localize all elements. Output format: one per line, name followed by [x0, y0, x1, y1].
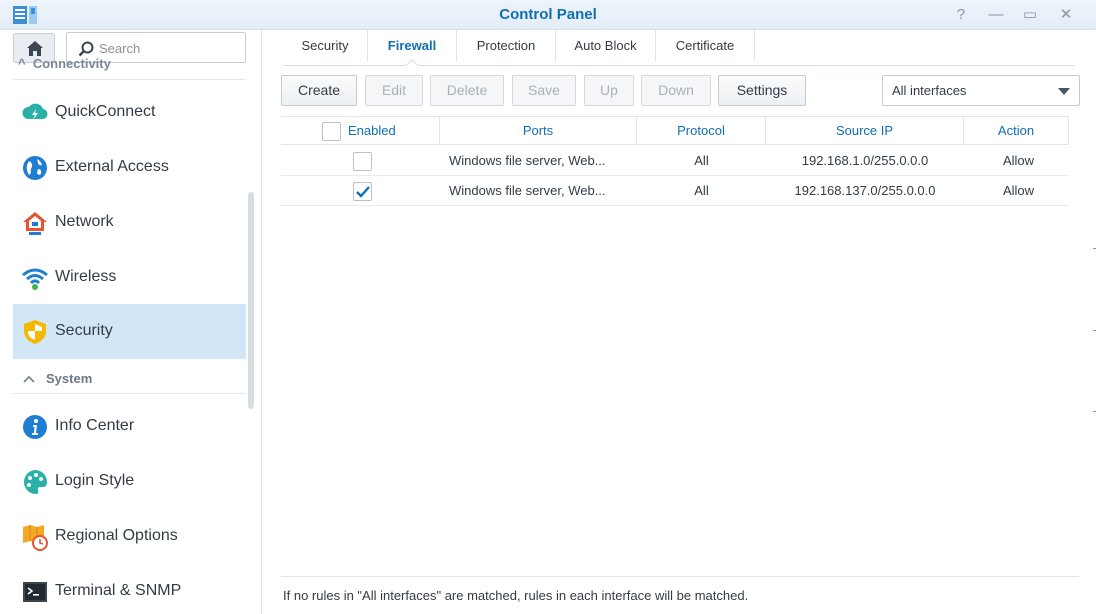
sidebar-item-label: Wireless [55, 268, 117, 285]
select-all-checkbox[interactable] [322, 122, 341, 141]
globe-icon [23, 156, 47, 180]
dropdown-arrow-icon [1058, 88, 1070, 95]
info-icon [23, 415, 47, 439]
footer-note: If no rules in "All interfaces" are matc… [283, 588, 749, 603]
settings-button[interactable]: Settings [718, 75, 806, 106]
cell-protocol: All [694, 183, 709, 198]
cell-action: Allow [1002, 153, 1035, 168]
footer-divider [281, 576, 1079, 577]
column-source-ip[interactable]: Source IP [766, 117, 964, 145]
table-row[interactable]: Windows file server, Web... All 192.168.… [281, 146, 1069, 176]
tab-bar: Security Firewall Protection Auto Block … [283, 30, 755, 62]
house-network-icon [23, 212, 47, 235]
delete-button[interactable]: Delete [430, 75, 504, 106]
cell-action: Allow [1002, 183, 1035, 198]
sidebar-item-security[interactable]: Security [13, 304, 246, 359]
chevron-up-icon [23, 375, 35, 383]
group-chevron-icon: ^ [18, 56, 33, 71]
sidebar-item-network[interactable]: Network [13, 195, 246, 250]
divider [13, 79, 246, 80]
tab-auto-block[interactable]: Auto Block [556, 30, 656, 62]
wifi-icon [22, 268, 48, 290]
main-panel: Security Firewall Protection Auto Block … [263, 30, 1096, 614]
palette-icon [23, 470, 47, 495]
close-button[interactable]: ✕ [1056, 5, 1076, 25]
tab-certificate[interactable]: Certificate [656, 30, 755, 62]
cell-ports: Windows file server, Web... [449, 153, 606, 168]
interface-select-value: All interfaces [892, 83, 967, 98]
down-button[interactable]: Down [641, 75, 711, 106]
help-button[interactable]: ? [951, 5, 971, 25]
sidebar-scrollbar[interactable] [248, 192, 254, 409]
table-header: Enabled Ports Protocol Source IP Action [281, 116, 1069, 145]
maximize-button[interactable]: ▭ [1020, 5, 1040, 25]
sidebar-item-quickconnect[interactable]: QuickConnect [13, 85, 246, 140]
tab-security[interactable]: Security [283, 30, 368, 62]
sidebar-item-label: Info Center [55, 417, 135, 434]
title-bar: Control Panel ? — ▭ ✕ [0, 0, 1096, 30]
checkmark-icon [356, 186, 370, 198]
terminal-icon [23, 582, 47, 602]
cell-protocol: All [694, 153, 709, 168]
sidebar-item-label: Network [55, 213, 114, 230]
group-header-system[interactable]: System [13, 364, 246, 394]
enabled-checkbox[interactable] [353, 152, 372, 171]
column-label: Enabled [348, 123, 396, 138]
control-panel-window: Control Panel ? — ▭ ✕ ^ Connectivity [0, 0, 1096, 614]
tab-firewall[interactable]: Firewall [368, 30, 457, 62]
cell-ports: Windows file server, Web... [449, 183, 606, 198]
sidebar-item-label: Terminal & SNMP [55, 582, 182, 599]
sidebar-item-info-center[interactable]: Info Center [13, 399, 246, 454]
sidebar-item-label: Login Style [55, 472, 135, 489]
edit-button[interactable]: Edit [365, 75, 423, 106]
sidebar-item-terminal-snmp[interactable]: Terminal & SNMP [13, 564, 246, 614]
save-button[interactable]: Save [512, 75, 576, 106]
sidebar-item-label: External Access [55, 158, 169, 175]
group-header-connectivity: Connectivity [32, 56, 111, 71]
up-button[interactable]: Up [584, 75, 634, 106]
group-header-label: System [46, 371, 93, 386]
create-button[interactable]: Create [281, 75, 357, 106]
sidebar-item-login-style[interactable]: Login Style [13, 454, 246, 509]
enabled-checkbox[interactable] [353, 182, 372, 201]
sidebar-item-label: Regional Options [55, 527, 178, 544]
tab-underline [283, 65, 1075, 66]
column-ports[interactable]: Ports [440, 117, 637, 145]
sidebar-item-regional-options[interactable]: Regional Options [13, 509, 246, 564]
sidebar-item-label: QuickConnect [55, 103, 156, 120]
window-title: Control Panel [499, 6, 597, 23]
partial-group-header[interactable]: ^ Connectivity [0, 52, 261, 72]
column-enabled[interactable]: Enabled [281, 117, 440, 145]
shield-icon [24, 320, 46, 344]
cell-source-ip: 192.168.1.0/255.0.0.0 [801, 153, 929, 168]
quickconnect-icon [22, 103, 48, 120]
interface-select[interactable]: All interfaces [882, 75, 1080, 106]
sidebar: ^ Connectivity QuickConnect External Acc… [0, 30, 262, 614]
sidebar-item-external-access[interactable]: External Access [13, 140, 246, 195]
minimize-button[interactable]: — [986, 5, 1006, 25]
table-row[interactable]: Windows file server, Web... All 192.168.… [281, 176, 1069, 206]
tab-protection[interactable]: Protection [457, 30, 556, 62]
sidebar-item-wireless[interactable]: Wireless [13, 250, 246, 305]
column-protocol[interactable]: Protocol [637, 117, 766, 145]
sidebar-item-label: Security [55, 322, 113, 339]
cell-source-ip: 192.168.137.0/255.0.0.0 [794, 183, 936, 198]
clock-map-icon [23, 525, 48, 551]
column-action[interactable]: Action [964, 117, 1069, 145]
divider [13, 393, 246, 394]
